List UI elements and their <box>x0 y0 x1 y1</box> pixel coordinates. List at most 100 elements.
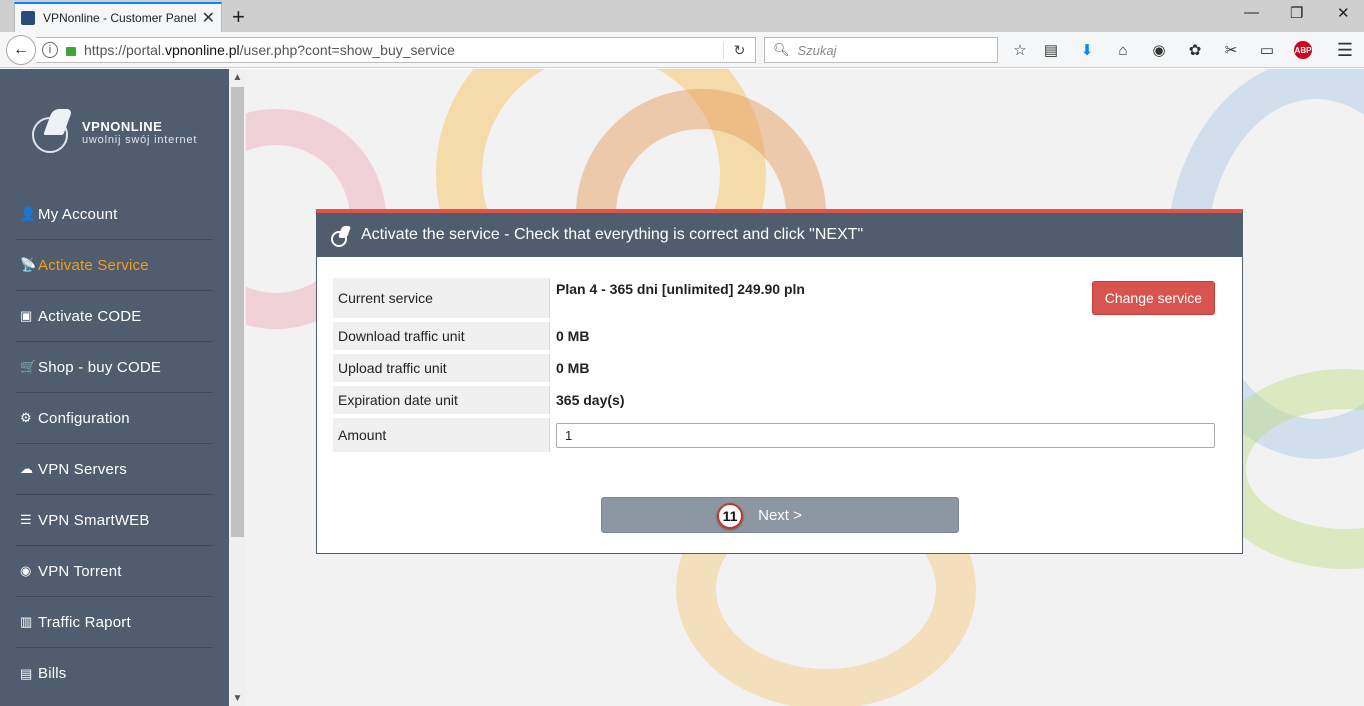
change-service-button[interactable]: Change service <box>1091 281 1215 315</box>
table-row: Current service Plan 4 - 365 dni [unlimi… <box>333 278 1221 318</box>
amount-cell <box>550 418 1221 452</box>
file-icon: ▤ <box>20 665 33 681</box>
url-text[interactable]: https://portal.vpnonline.pl/user.php?con… <box>84 42 723 58</box>
bar-chart-icon: ▥ <box>20 614 33 629</box>
url-domain: vpnonline.pl <box>164 42 240 58</box>
sidebar-item-label: VPN Torrent <box>38 562 122 580</box>
list-icon: ☰ <box>20 512 32 527</box>
service-details-table: Current service Plan 4 - 365 dni [unlimi… <box>333 274 1221 456</box>
torrent-icon: ◉ <box>20 563 32 578</box>
logo-tagline: uwolnij swój internet <box>82 133 198 146</box>
sidebar-item-label: VPN Servers <box>38 460 127 478</box>
logo[interactable]: VPNONLINE uwolnij swój internet <box>26 107 206 157</box>
sidebar-menu: 👤 My Account 📡 Activate Service ▣ Activate CO… <box>16 189 213 699</box>
url-prefix: https://portal. <box>84 42 165 58</box>
sidebar-item-vpn-torrent[interactable]: ◉ VPN Torrent <box>16 546 213 597</box>
cloud-icon: ☁ <box>20 461 34 476</box>
search-bar[interactable]: 🔍︎ Szukaj <box>764 37 998 63</box>
activate-service-panel: Activate the service - Check that everyt… <box>316 209 1243 554</box>
new-tab-button[interactable]: + <box>232 4 245 30</box>
home-icon[interactable]: ⌂ <box>1114 41 1132 59</box>
tab-close-icon[interactable]: ✕ <box>202 8 215 28</box>
upload-traffic-value: 0 MB <box>556 360 590 376</box>
url-path: /user.php?cont=show_buy_service <box>239 42 455 58</box>
sidebar-item-label: Activate Service <box>38 256 149 274</box>
table-row: Download traffic unit 0 MB <box>333 322 1221 350</box>
main-content: Activate the service - Check that everyt… <box>246 69 1364 706</box>
satellite-icon <box>331 226 353 247</box>
bookmark-star-icon[interactable]: ☆ <box>1011 41 1029 59</box>
current-service-label: Current service <box>333 278 550 318</box>
amount-label: Amount <box>333 418 550 452</box>
search-icon: 🔍︎ <box>773 42 790 57</box>
site-info-icon[interactable]: i <box>42 42 58 58</box>
sidebar-item-label: Bills <box>38 665 67 682</box>
lock-icon <box>66 46 76 56</box>
sidebar-item-vpn-smartweb[interactable]: ☰ VPN SmartWEB <box>16 495 213 546</box>
panel-title: Activate the service - Check that everyt… <box>361 226 864 243</box>
window-minimize-button[interactable]: — <box>1244 4 1259 21</box>
sidebar-item-label: VPN SmartWEB <box>38 511 150 529</box>
extension-puzzle-icon[interactable]: ✿ <box>1186 41 1204 59</box>
search-placeholder: Szukaj <box>797 42 837 58</box>
sidebar-item-label: Traffic Raport <box>38 613 131 631</box>
step-number-badge: 11 <box>717 503 743 529</box>
expiration-date-value: 365 day(s) <box>556 392 625 408</box>
sidebar-item-bills[interactable]: ▤ Bills <box>16 648 213 699</box>
panel-header: Activate the service - Check that everyt… <box>317 213 1242 257</box>
sidebar-item-shop-buy-code[interactable]: 🛒 Shop - buy CODE <box>16 342 213 393</box>
browser-tab[interactable]: VPNonline - Customer Panel ✕ <box>14 2 222 32</box>
current-service-value: Plan 4 - 365 dni [unlimited] 249.90 pln <box>556 281 805 297</box>
sidebar-item-my-account[interactable]: 👤 My Account <box>16 189 213 240</box>
url-bar[interactable]: i https://portal.vpnonline.pl/user.php?c… <box>36 37 756 63</box>
screenshot-icon[interactable]: ✂ <box>1222 41 1240 59</box>
upload-traffic-label: Upload traffic unit <box>333 354 550 382</box>
sidebar-item-label: My Account <box>38 205 118 223</box>
sidebar-item-configuration[interactable]: ⚙ Configuration <box>16 393 213 444</box>
site-favicon-icon <box>21 11 35 25</box>
tab-title: VPNonline - Customer Panel <box>43 11 196 25</box>
logo-astronaut-icon <box>26 109 76 155</box>
hamburger-menu-icon[interactable]: ☰ <box>1336 40 1354 60</box>
download-traffic-label: Download traffic unit <box>333 322 550 350</box>
extension-card-icon[interactable]: ▭ <box>1258 41 1276 59</box>
page: VPNONLINE uwolnij swój internet 👤 My Acco… <box>0 69 1364 706</box>
logo-name: VPNONLINE <box>82 118 163 134</box>
reload-icon[interactable]: ↻ <box>723 41 755 59</box>
sidebar: VPNONLINE uwolnij swój internet 👤 My Acco… <box>0 69 229 706</box>
amount-input[interactable] <box>556 422 1215 448</box>
expiration-date-label: Expiration date unit <box>333 386 550 414</box>
scroll-down-icon[interactable]: ▼ <box>229 690 246 706</box>
sidebar-scrollbar[interactable]: ▲ ▼ <box>229 69 246 706</box>
table-row: Expiration date unit 365 day(s) <box>333 386 1221 414</box>
user-icon: 👤 <box>20 206 37 221</box>
download-icon[interactable]: ⬇ <box>1078 41 1096 59</box>
download-traffic-value: 0 MB <box>556 328 590 344</box>
wallet-icon: ▣ <box>20 308 33 323</box>
sidebar-item-label: Shop - buy CODE <box>38 358 162 376</box>
sidebar-item-traffic-raport[interactable]: ▥ Traffic Raport <box>16 597 213 648</box>
table-row: Amount <box>333 418 1221 452</box>
window-close-button[interactable]: ✕ <box>1337 4 1350 22</box>
window-restore-button[interactable]: ❐ <box>1290 4 1303 22</box>
basket-icon: 🛒 <box>20 359 37 374</box>
sidebar-item-activate-code[interactable]: ▣ Activate CODE <box>16 291 213 342</box>
reading-list-icon[interactable]: ▤ <box>1042 41 1060 59</box>
satellite-icon: 📡 <box>20 257 37 272</box>
browser-nav-bar: ← i https://portal.vpnonline.pl/user.php… <box>0 32 1364 68</box>
adblock-icon[interactable]: ABP <box>1294 41 1312 59</box>
arrow-left-icon: ← <box>13 41 29 58</box>
current-service-cell: Plan 4 - 365 dni [unlimited] 249.90 pln … <box>550 278 1221 318</box>
scrollbar-thumb[interactable] <box>231 87 244 537</box>
sidebar-item-activate-service[interactable]: 📡 Activate Service <box>16 240 213 291</box>
back-button[interactable]: ← <box>6 35 36 65</box>
table-row: Upload traffic unit 0 MB <box>333 354 1221 382</box>
cogs-icon: ⚙ <box>20 410 32 425</box>
sidebar-item-label: Configuration <box>38 409 130 427</box>
sidebar-item-vpn-servers[interactable]: ☁ VPN Servers <box>16 444 213 495</box>
browser-tab-strip: VPNonline - Customer Panel ✕ + — ❐ ✕ <box>0 0 1364 32</box>
sidebar-item-label: Activate CODE <box>38 307 142 325</box>
next-button[interactable]: Next > <box>601 497 959 533</box>
scroll-up-icon[interactable]: ▲ <box>229 69 246 85</box>
extension-globe-icon[interactable]: ◉ <box>1150 41 1168 59</box>
